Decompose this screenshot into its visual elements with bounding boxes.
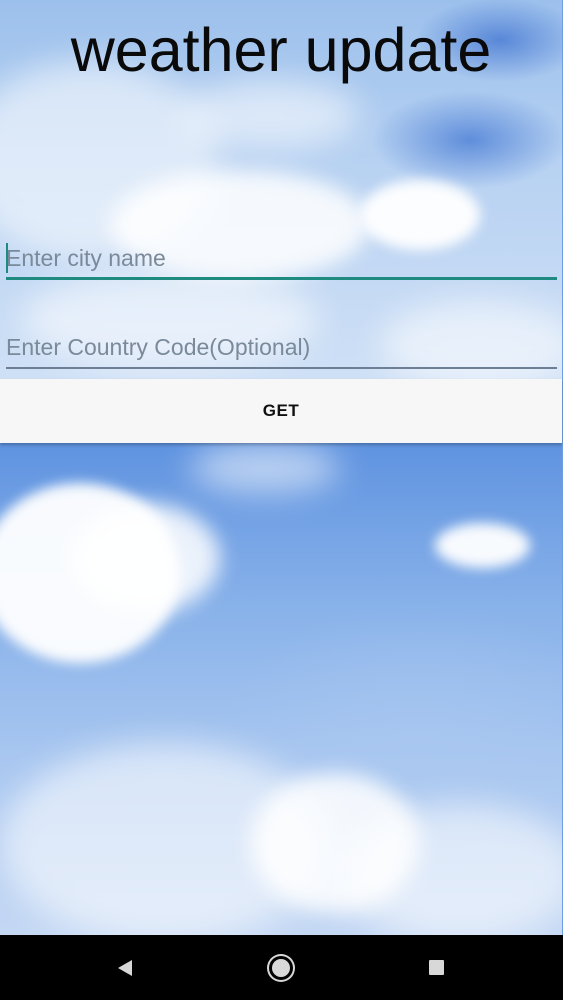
sky-background-bottom [0,443,562,935]
nav-recents-button[interactable] [396,935,476,1000]
get-weather-button[interactable]: GET [0,379,562,443]
country-code-input-underline [6,367,557,369]
app-title: weather update [70,16,492,84]
city-input[interactable] [6,240,557,276]
city-input-underline [6,277,557,280]
country-code-input[interactable] [6,329,557,365]
system-navigation-bar [0,935,563,1000]
nav-back-button[interactable] [85,935,165,1000]
city-input-field[interactable] [6,240,557,280]
text-cursor [6,243,8,273]
country-code-input-field[interactable] [6,329,557,369]
home-circle-icon [272,958,290,977]
weather-app-screen: weather update GET [0,0,563,1000]
recents-square-icon [428,960,444,975]
back-triangle-icon [118,959,132,976]
nav-home-button[interactable] [241,935,321,1000]
